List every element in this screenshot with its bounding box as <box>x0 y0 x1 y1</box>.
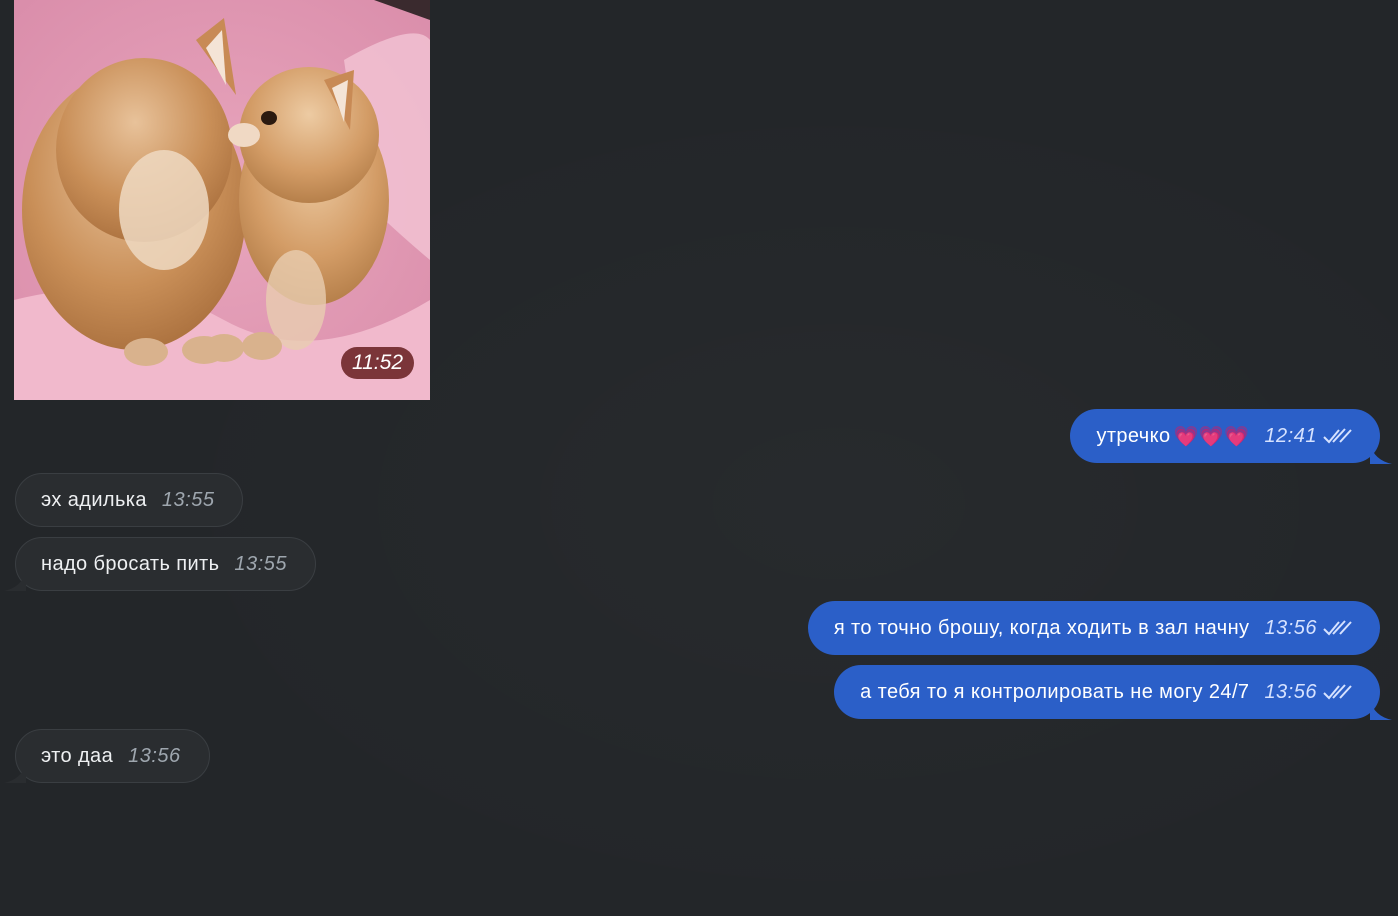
message-text: надо бросать пить <box>41 552 220 575</box>
photo-message[interactable]: 11:52 <box>14 0 430 400</box>
emoji: 💗💗💗 <box>1173 425 1250 448</box>
outgoing-message[interactable]: я то точно брошу, когда ходить в зал нач… <box>807 601 1380 655</box>
incoming-message[interactable]: эх адилька 13:55 <box>15 473 244 527</box>
bubble-tail <box>4 571 26 591</box>
message-time: 13:56 <box>128 744 181 767</box>
message-time: 13:56 <box>1264 616 1317 639</box>
message-time: 13:55 <box>161 488 215 511</box>
message-text: я то точно брошу, когда ходить в зал нач… <box>833 616 1250 639</box>
double-check-icon <box>1323 684 1352 700</box>
chat-area[interactable]: 11:52 утречко 💗💗💗 12:41 эх адилька 13:55… <box>0 0 1398 916</box>
message-time: 11:52 <box>341 347 414 379</box>
kittens-photo <box>14 0 430 400</box>
message-text: утречко <box>1096 424 1171 447</box>
incoming-message[interactable]: надо бросать пить 13:55 <box>4 537 316 591</box>
message-time: 13:55 <box>234 552 287 575</box>
message-text: это даа <box>41 744 114 767</box>
outgoing-message[interactable]: утречко 💗💗💗 12:41 <box>1070 409 1392 464</box>
bubble-tail <box>1370 444 1392 464</box>
double-check-icon <box>1323 620 1352 636</box>
bubble-tail <box>4 763 26 783</box>
message-time: 12:41 <box>1264 424 1317 447</box>
incoming-message[interactable]: это даа 13:56 <box>4 729 210 783</box>
message-text: эх адилька <box>41 488 147 511</box>
message-time: 13:56 <box>1264 680 1317 703</box>
message-text: а тебя то я контролировать не могу 24/7 <box>860 680 1250 703</box>
outgoing-message[interactable]: а тебя то я контролировать не могу 24/7 … <box>834 665 1392 720</box>
bubble-tail <box>1370 700 1392 720</box>
double-check-icon <box>1323 428 1352 444</box>
